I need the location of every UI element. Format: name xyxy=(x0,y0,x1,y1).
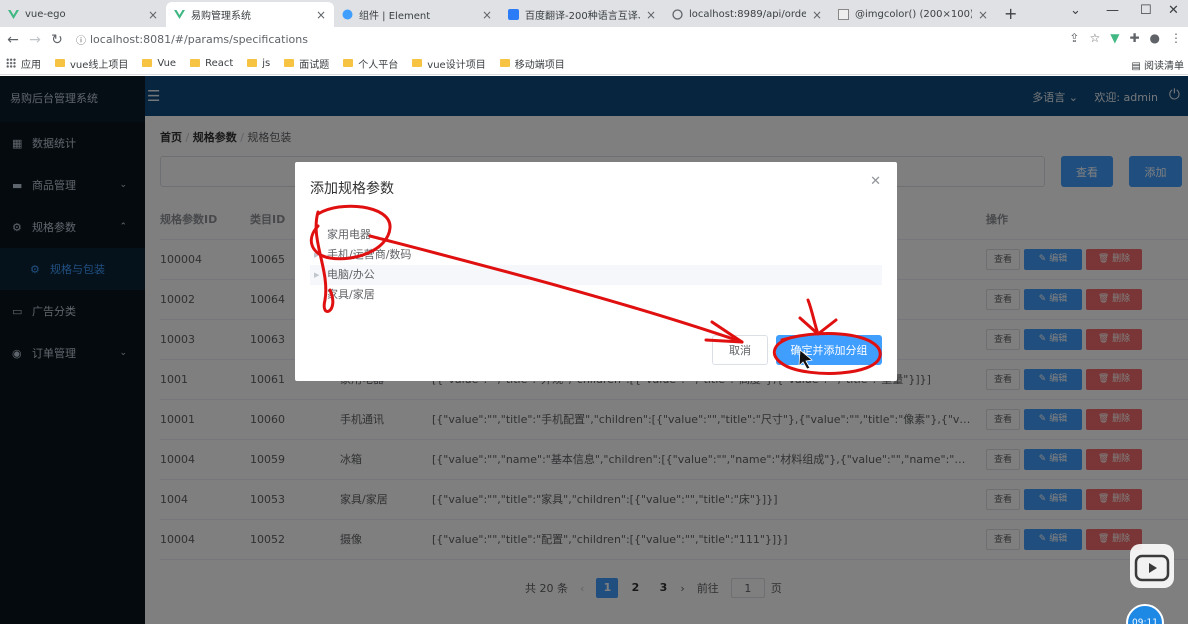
bookmark-folder[interactable]: 移动端项目 xyxy=(499,56,565,71)
browser-tab-2[interactable]: 组件 | Element × xyxy=(334,2,500,27)
image-icon xyxy=(838,9,849,20)
browser-toolbar-icons: ⇪ ☆ ▼ ✚ ● ⋮ xyxy=(1069,31,1182,45)
folder-icon xyxy=(412,59,423,67)
share-icon[interactable]: ⇪ xyxy=(1069,31,1079,45)
reload-icon[interactable]: ↻ xyxy=(48,32,66,48)
bookmark-folder[interactable]: js xyxy=(247,58,270,69)
folder-icon xyxy=(142,59,153,67)
site-info-icon[interactable]: ⓘ xyxy=(76,32,90,47)
bookmark-apps[interactable]: 应用 xyxy=(6,56,41,71)
bookmark-star-icon[interactable]: ☆ xyxy=(1089,31,1100,45)
tree-node[interactable]: ▶ 手机/运营商/数码 xyxy=(310,245,882,265)
bookmark-folder[interactable]: vue线上项目 xyxy=(55,56,128,71)
caret-right-icon[interactable]: ▶ xyxy=(314,265,319,285)
vue-logo-icon xyxy=(174,9,185,20)
video-player-widget[interactable] xyxy=(1130,544,1174,588)
bookmark-folder[interactable]: vue设计项目 xyxy=(412,56,486,71)
bookmark-folder[interactable]: React xyxy=(190,58,233,69)
folder-icon xyxy=(284,59,295,67)
close-tab-icon[interactable]: × xyxy=(812,8,822,22)
browser-tab-1[interactable]: 易购管理系统 × xyxy=(166,2,334,27)
cancel-button[interactable]: 取消 xyxy=(712,335,768,365)
folder-icon xyxy=(343,59,354,67)
extensions-icon[interactable]: ✚ xyxy=(1129,31,1139,45)
dialog-title: 添加规格参数 xyxy=(310,181,394,197)
close-tab-icon[interactable]: × xyxy=(482,8,492,22)
browser-tab-3[interactable]: 百度翻译-200种语言互译、沟 × xyxy=(500,2,664,27)
folder-icon xyxy=(499,59,510,67)
caret-right-icon[interactable]: ▶ xyxy=(314,245,319,265)
folder-icon xyxy=(190,59,201,67)
element-logo-icon xyxy=(342,9,353,20)
vue-logo-icon xyxy=(8,9,19,20)
profile-icon[interactable]: ● xyxy=(1150,31,1160,45)
bookmark-folder[interactable]: Vue xyxy=(142,58,176,69)
forward-icon[interactable]: → xyxy=(26,32,44,48)
close-tab-icon[interactable]: × xyxy=(978,8,988,22)
menu-icon[interactable]: ⋮ xyxy=(1170,31,1182,45)
browser-tab-4[interactable]: localhost:8989/api/order-l × xyxy=(664,2,830,27)
close-tab-icon[interactable]: × xyxy=(148,8,158,22)
confirm-add-group-button[interactable]: 确定并添加分组 xyxy=(776,335,882,365)
apps-grid-icon xyxy=(6,58,16,68)
bookmark-folder[interactable]: 个人平台 xyxy=(343,56,398,71)
tree-node[interactable]: 家具/家居 xyxy=(310,285,882,305)
maximize-button[interactable]: ☐ xyxy=(1140,3,1152,18)
close-icon[interactable]: ✕ xyxy=(870,174,881,189)
vue-devtools-icon[interactable]: ▼ xyxy=(1110,31,1119,45)
new-tab-button[interactable]: + xyxy=(1004,4,1017,23)
baidu-translate-icon xyxy=(508,9,519,20)
close-window-button[interactable]: ✕ xyxy=(1168,3,1179,18)
url-field[interactable]: ⓘ localhost:8081/#/params/specifications xyxy=(76,30,1086,49)
folder-icon xyxy=(247,59,258,67)
category-tree: 家用电器 ▶ 手机/运营商/数码 ▶ 电脑/办公 家具/家居 xyxy=(310,225,882,305)
close-tab-icon[interactable]: × xyxy=(646,8,656,22)
tree-node[interactable]: 家用电器 xyxy=(310,225,882,245)
address-bar: ← → ↻ ⓘ localhost:8081/#/params/specific… xyxy=(0,27,1188,52)
close-tab-icon[interactable]: × xyxy=(316,8,326,22)
browser-tab-bar: vue-ego × 易购管理系统 × 组件 | Element × 百度翻译-2… xyxy=(0,0,1188,27)
bookmarks-bar: 应用 vue线上项目 Vue React js 面试题 个人平台 vue设计项目… xyxy=(0,52,1188,75)
play-icon xyxy=(1134,554,1170,582)
tab-search-icon[interactable]: ⌄ xyxy=(1070,3,1081,18)
reading-list[interactable]: ▤ 阅读清单 xyxy=(1131,57,1184,72)
globe-icon xyxy=(672,9,683,20)
folder-icon xyxy=(55,59,65,67)
reading-list-icon: ▤ xyxy=(1131,61,1144,72)
bookmark-folder[interactable]: 面试题 xyxy=(284,56,329,71)
browser-tab-0[interactable]: vue-ego × xyxy=(0,2,166,27)
tree-node[interactable]: ▶ 电脑/办公 xyxy=(310,265,882,285)
minimize-button[interactable]: — xyxy=(1106,3,1119,18)
add-spec-dialog: 添加规格参数 ✕ 家用电器 ▶ 手机/运营商/数码 ▶ 电脑/办公 家具/家居 取消… xyxy=(295,162,897,381)
back-icon[interactable]: ← xyxy=(4,32,22,48)
browser-tab-5[interactable]: @imgcolor() (200×100) × xyxy=(830,2,996,27)
